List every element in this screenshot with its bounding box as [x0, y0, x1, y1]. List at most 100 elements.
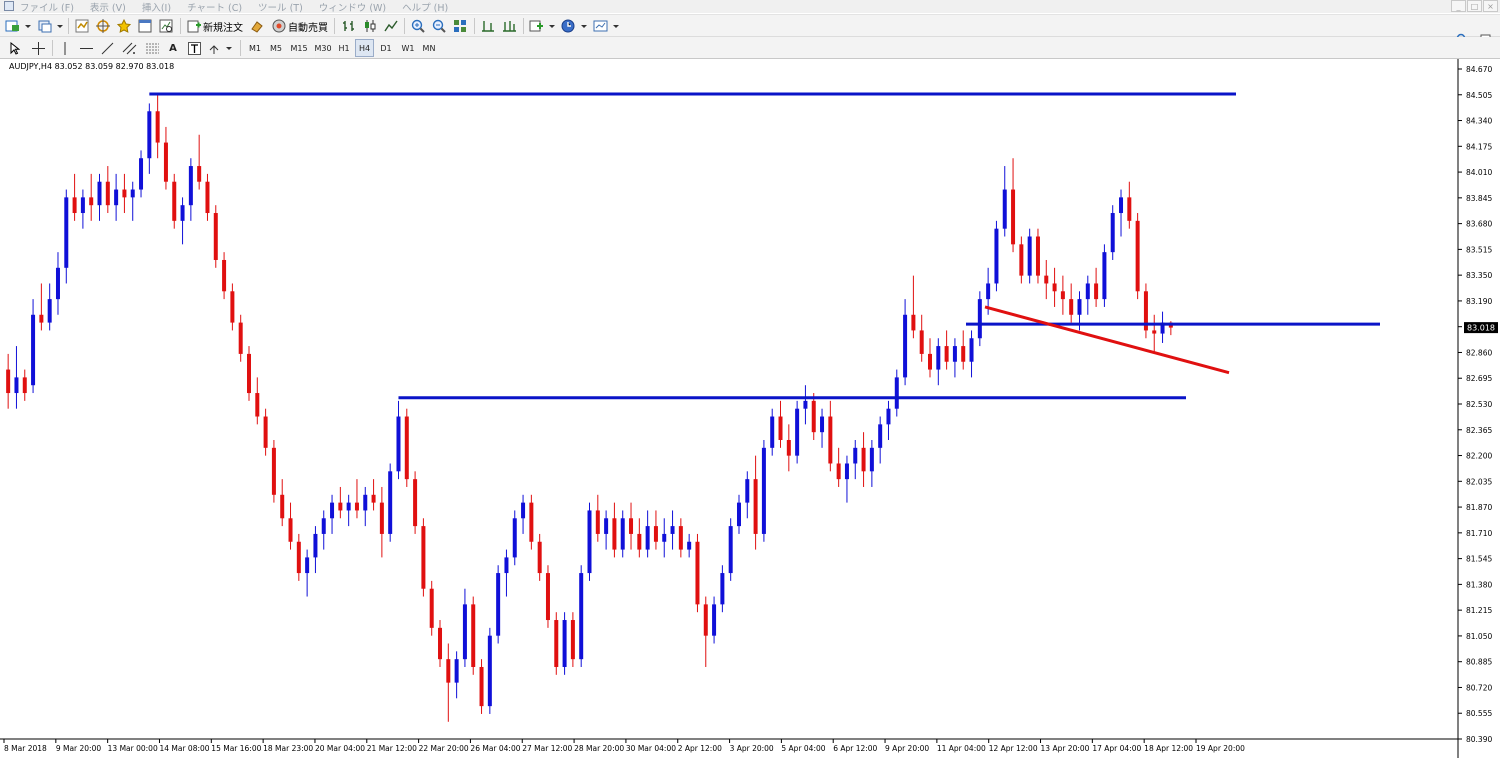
candle — [952, 338, 957, 378]
menu-view[interactable]: 表示 (V) — [90, 0, 126, 14]
chart-shift-button[interactable] — [479, 17, 497, 35]
candle — [844, 455, 849, 503]
restore-button[interactable]: □ — [1467, 0, 1482, 12]
menu-charts[interactable]: チャート (C) — [187, 0, 242, 14]
zoom-out-icon — [432, 19, 446, 33]
candle — [878, 416, 883, 464]
autoscroll-button[interactable] — [500, 17, 518, 35]
candle — [961, 330, 966, 370]
fibonacci-button[interactable] — [143, 39, 161, 57]
tf-w1-button[interactable]: W1 — [399, 39, 417, 57]
candle-body — [529, 502, 534, 542]
candle — [97, 173, 102, 221]
terminal-button[interactable] — [136, 17, 154, 35]
vertical-line-button[interactable] — [58, 39, 72, 57]
candle-body — [396, 416, 401, 472]
candle-body — [1060, 291, 1065, 300]
candle — [130, 181, 135, 221]
candle — [670, 510, 675, 550]
equidistant-channel-button[interactable] — [120, 39, 138, 57]
auto-trading-button[interactable]: 自動売買 — [249, 17, 329, 35]
symbol-ohlc-text: AUDJPY,H4 83.052 83.059 82.970 83.018 — [9, 62, 175, 71]
price-chart[interactable]: 84.670 84.505 84.340 84.175 84.010 83.845 83.6… — [0, 59, 1500, 758]
candle — [869, 440, 874, 487]
tf-h4-button[interactable]: H4 — [355, 39, 374, 57]
candle — [928, 338, 933, 378]
text-label-button[interactable] — [186, 39, 202, 57]
standard-toolbar: 新規注文 自動売買 — [0, 14, 1500, 45]
price-tick-label: 82.695 — [1466, 374, 1492, 383]
tf-m15-button[interactable]: M15 — [288, 39, 310, 57]
zoom-out-button[interactable] — [430, 17, 448, 35]
new-order-icon — [187, 20, 201, 33]
candle-body — [1119, 197, 1124, 214]
candle — [1069, 283, 1074, 323]
candle — [388, 463, 393, 542]
candle — [114, 173, 119, 221]
candle — [180, 197, 185, 245]
candle-body — [894, 377, 899, 409]
profiles-button[interactable] — [36, 17, 64, 35]
horizontal-line-button[interactable] — [78, 39, 94, 57]
candle-body — [986, 283, 991, 300]
symbol-info: AUDJPY,H4 83.052 83.059 82.970 83.018 — [9, 62, 174, 71]
star-icon — [117, 19, 131, 33]
candle-body — [246, 353, 251, 394]
menu-file[interactable]: ファイル (F) — [20, 0, 74, 14]
navigator-button[interactable] — [115, 17, 133, 35]
candlestick-chart-button[interactable] — [361, 17, 379, 35]
tf-h1-button[interactable]: H1 — [335, 39, 353, 57]
candle — [14, 346, 19, 409]
line-chart-button[interactable] — [382, 17, 400, 35]
trendline-button[interactable] — [99, 39, 115, 57]
strategy-tester-button[interactable] — [157, 17, 175, 35]
candle — [163, 126, 168, 190]
tf-m5-button[interactable]: M5 — [267, 39, 285, 57]
tf-mn-button[interactable]: MN — [420, 39, 438, 57]
new-chart-button[interactable] — [4, 17, 32, 35]
arrows-icon — [209, 44, 232, 54]
close-button[interactable]: × — [1483, 0, 1498, 12]
price-tick-label: 80.555 — [1466, 709, 1492, 718]
tile-windows-button[interactable] — [451, 17, 469, 35]
candle — [288, 502, 293, 550]
tf-m1-button[interactable]: M1 — [246, 39, 264, 57]
menu-help[interactable]: ヘルプ (H) — [402, 0, 448, 14]
candle — [55, 252, 60, 315]
candle-body — [14, 377, 19, 394]
candle — [471, 596, 476, 675]
candle — [853, 440, 858, 480]
candle — [346, 494, 351, 527]
cursor-button[interactable] — [8, 39, 22, 57]
data-window-button[interactable] — [94, 17, 112, 35]
indicators-button[interactable] — [528, 17, 556, 35]
new-order-button[interactable]: 新規注文 — [186, 17, 244, 35]
bar-chart-button[interactable] — [340, 17, 358, 35]
candle — [703, 596, 708, 667]
candle-body — [670, 526, 675, 534]
time-tick-label: 6 Apr 12:00 — [833, 744, 877, 753]
candle — [321, 510, 326, 550]
profiles-icon — [38, 20, 63, 33]
menu-tools[interactable]: ツール (T) — [258, 0, 303, 14]
tf-m30-button[interactable]: M30 — [312, 39, 334, 57]
candle-body — [753, 479, 758, 534]
menu-insert[interactable]: 挿入(I) — [142, 0, 171, 14]
zoom-in-button[interactable] — [409, 17, 427, 35]
crosshair-button[interactable] — [30, 39, 46, 57]
menu-window[interactable]: ウィンドウ (W) — [319, 0, 386, 14]
text-button[interactable]: A — [166, 39, 180, 57]
candle-body — [1127, 197, 1132, 221]
minimize-button[interactable]: _ — [1451, 0, 1466, 12]
tf-d1-button[interactable]: D1 — [377, 39, 395, 57]
periods-button[interactable] — [560, 17, 588, 35]
candle-body — [853, 447, 858, 464]
candle-body — [305, 557, 310, 574]
market-watch-button[interactable] — [73, 17, 91, 35]
candle — [72, 173, 77, 221]
arrows-button[interactable] — [208, 39, 234, 57]
candle-body — [139, 158, 144, 190]
templates-button[interactable] — [592, 17, 620, 35]
candle-body — [512, 518, 517, 558]
candle — [354, 479, 359, 519]
